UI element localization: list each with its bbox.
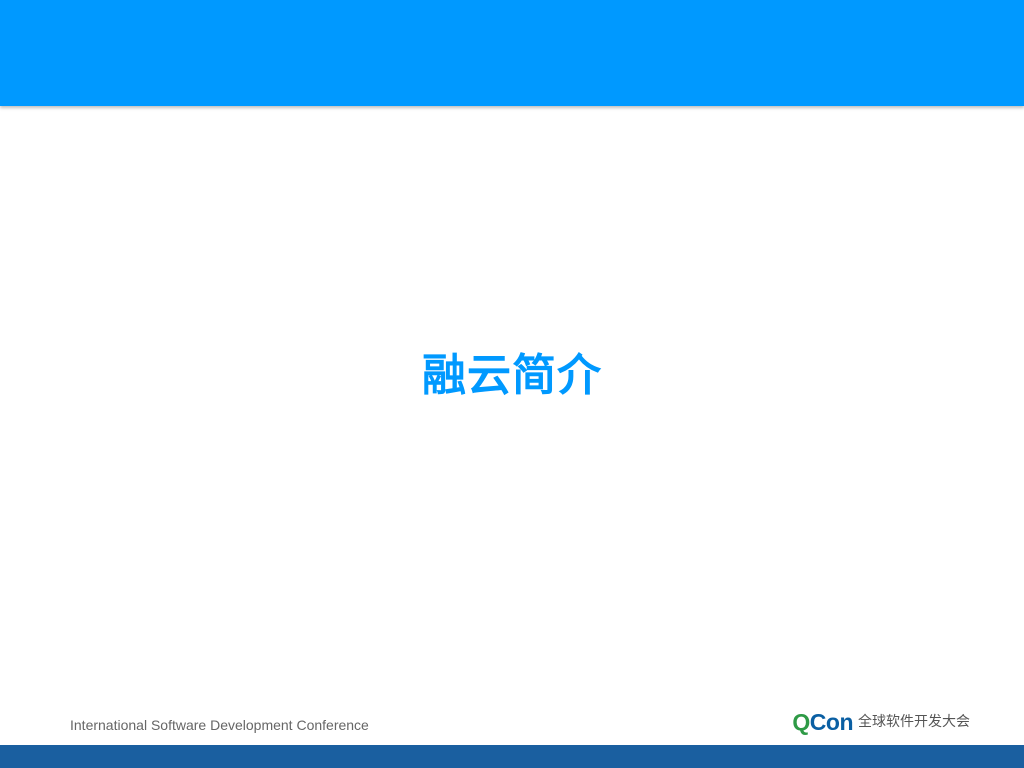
qcon-wordmark: Q Con xyxy=(792,708,853,736)
conference-name: International Software Development Confe… xyxy=(70,717,369,733)
footer-bar xyxy=(0,745,1024,768)
slide-title: 融云简介 xyxy=(422,350,602,401)
header-bar xyxy=(0,0,1024,106)
slide: 融云简介 International Software Development … xyxy=(0,0,1024,768)
qcon-subtitle: 全球软件开发大会 xyxy=(858,714,970,730)
qcon-q-letter: Q xyxy=(792,709,810,735)
qcon-con-letters: Con xyxy=(809,709,854,735)
qcon-logo: Q Con 全球软件开发大会 xyxy=(792,708,970,736)
